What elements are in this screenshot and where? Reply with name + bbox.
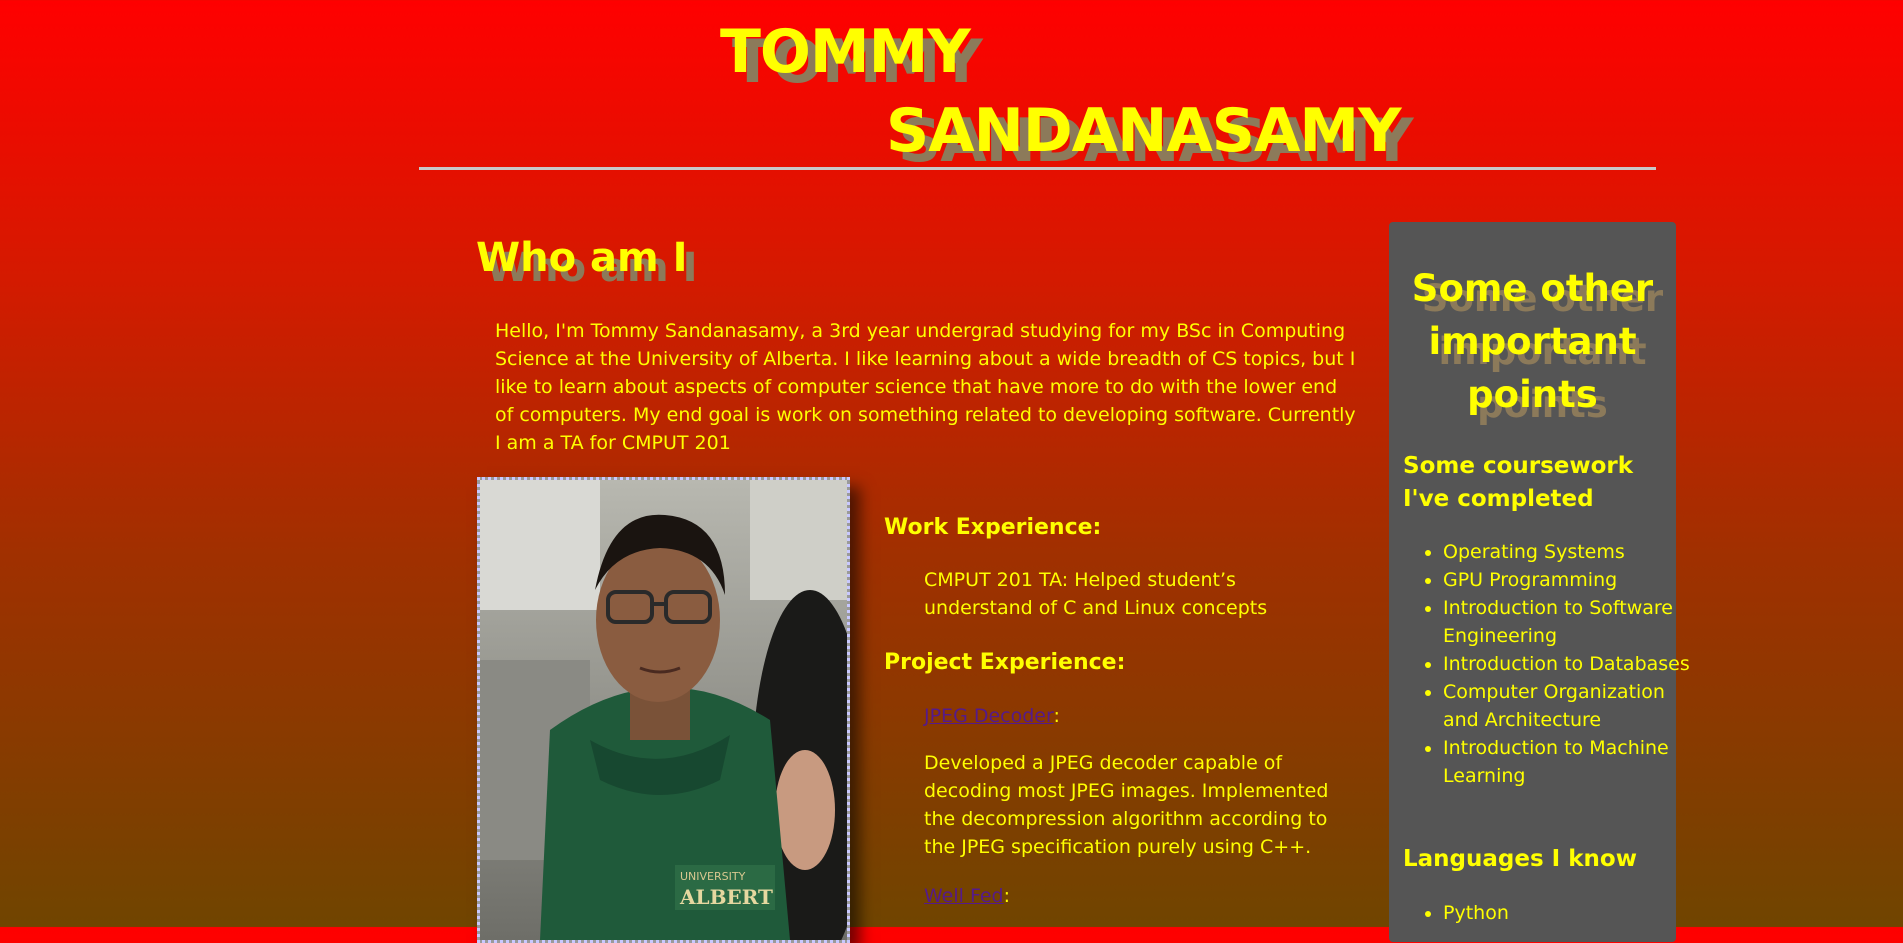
list-item: Introduction to Databases [1443,650,1693,678]
work-experience-heading: Work Experience: [884,515,1102,540]
project-suffix: : [1003,885,1011,907]
profile-photo: UNIVERSITY ALBERT [477,477,850,943]
languages-list: Python [1423,899,1693,927]
jpeg-decoder-description: Developed a JPEG decoder capable of deco… [924,752,1329,858]
project-item-jpeg: JPEG Decoder: [924,702,1344,730]
list-item: Introduction to Machine Learning [1443,734,1693,790]
header-first-name: TOMMY [720,17,971,87]
list-item: Operating Systems [1443,538,1693,566]
work-experience-text: CMPUT 201 TA: Helped student’s understan… [924,569,1268,619]
header-divider [419,167,1656,170]
svg-text:UNIVERSITY: UNIVERSITY [680,870,746,883]
project-experience-heading: Project Experience: [884,650,1126,675]
about-heading: Who am I [476,235,688,281]
svg-text:ALBERT: ALBERT [679,885,773,909]
well-fed-link[interactable]: Well Fed [924,885,1004,907]
header-last-name: SANDANASAMY [886,96,1402,166]
jpeg-decoder-link[interactable]: JPEG Decoder [924,705,1053,727]
list-item: Computer Organization and Architecture [1443,678,1693,734]
project-item-well-fed: Well Fed: [924,882,1344,910]
project-suffix: : [1053,705,1060,727]
list-item: Python [1443,899,1693,927]
languages-heading: Languages I know [1403,846,1637,872]
about-intro: Hello, I'm Tommy Sandanasamy, a 3rd year… [495,320,1356,454]
coursework-list: Operating Systems GPU Programming Introd… [1423,538,1693,790]
list-item: GPU Programming [1443,566,1693,594]
sidebar-title: Some other important points [1411,267,1654,416]
list-item: Introduction to Software Engineering [1443,594,1693,650]
coursework-heading: Some coursework I've completed [1403,453,1634,512]
